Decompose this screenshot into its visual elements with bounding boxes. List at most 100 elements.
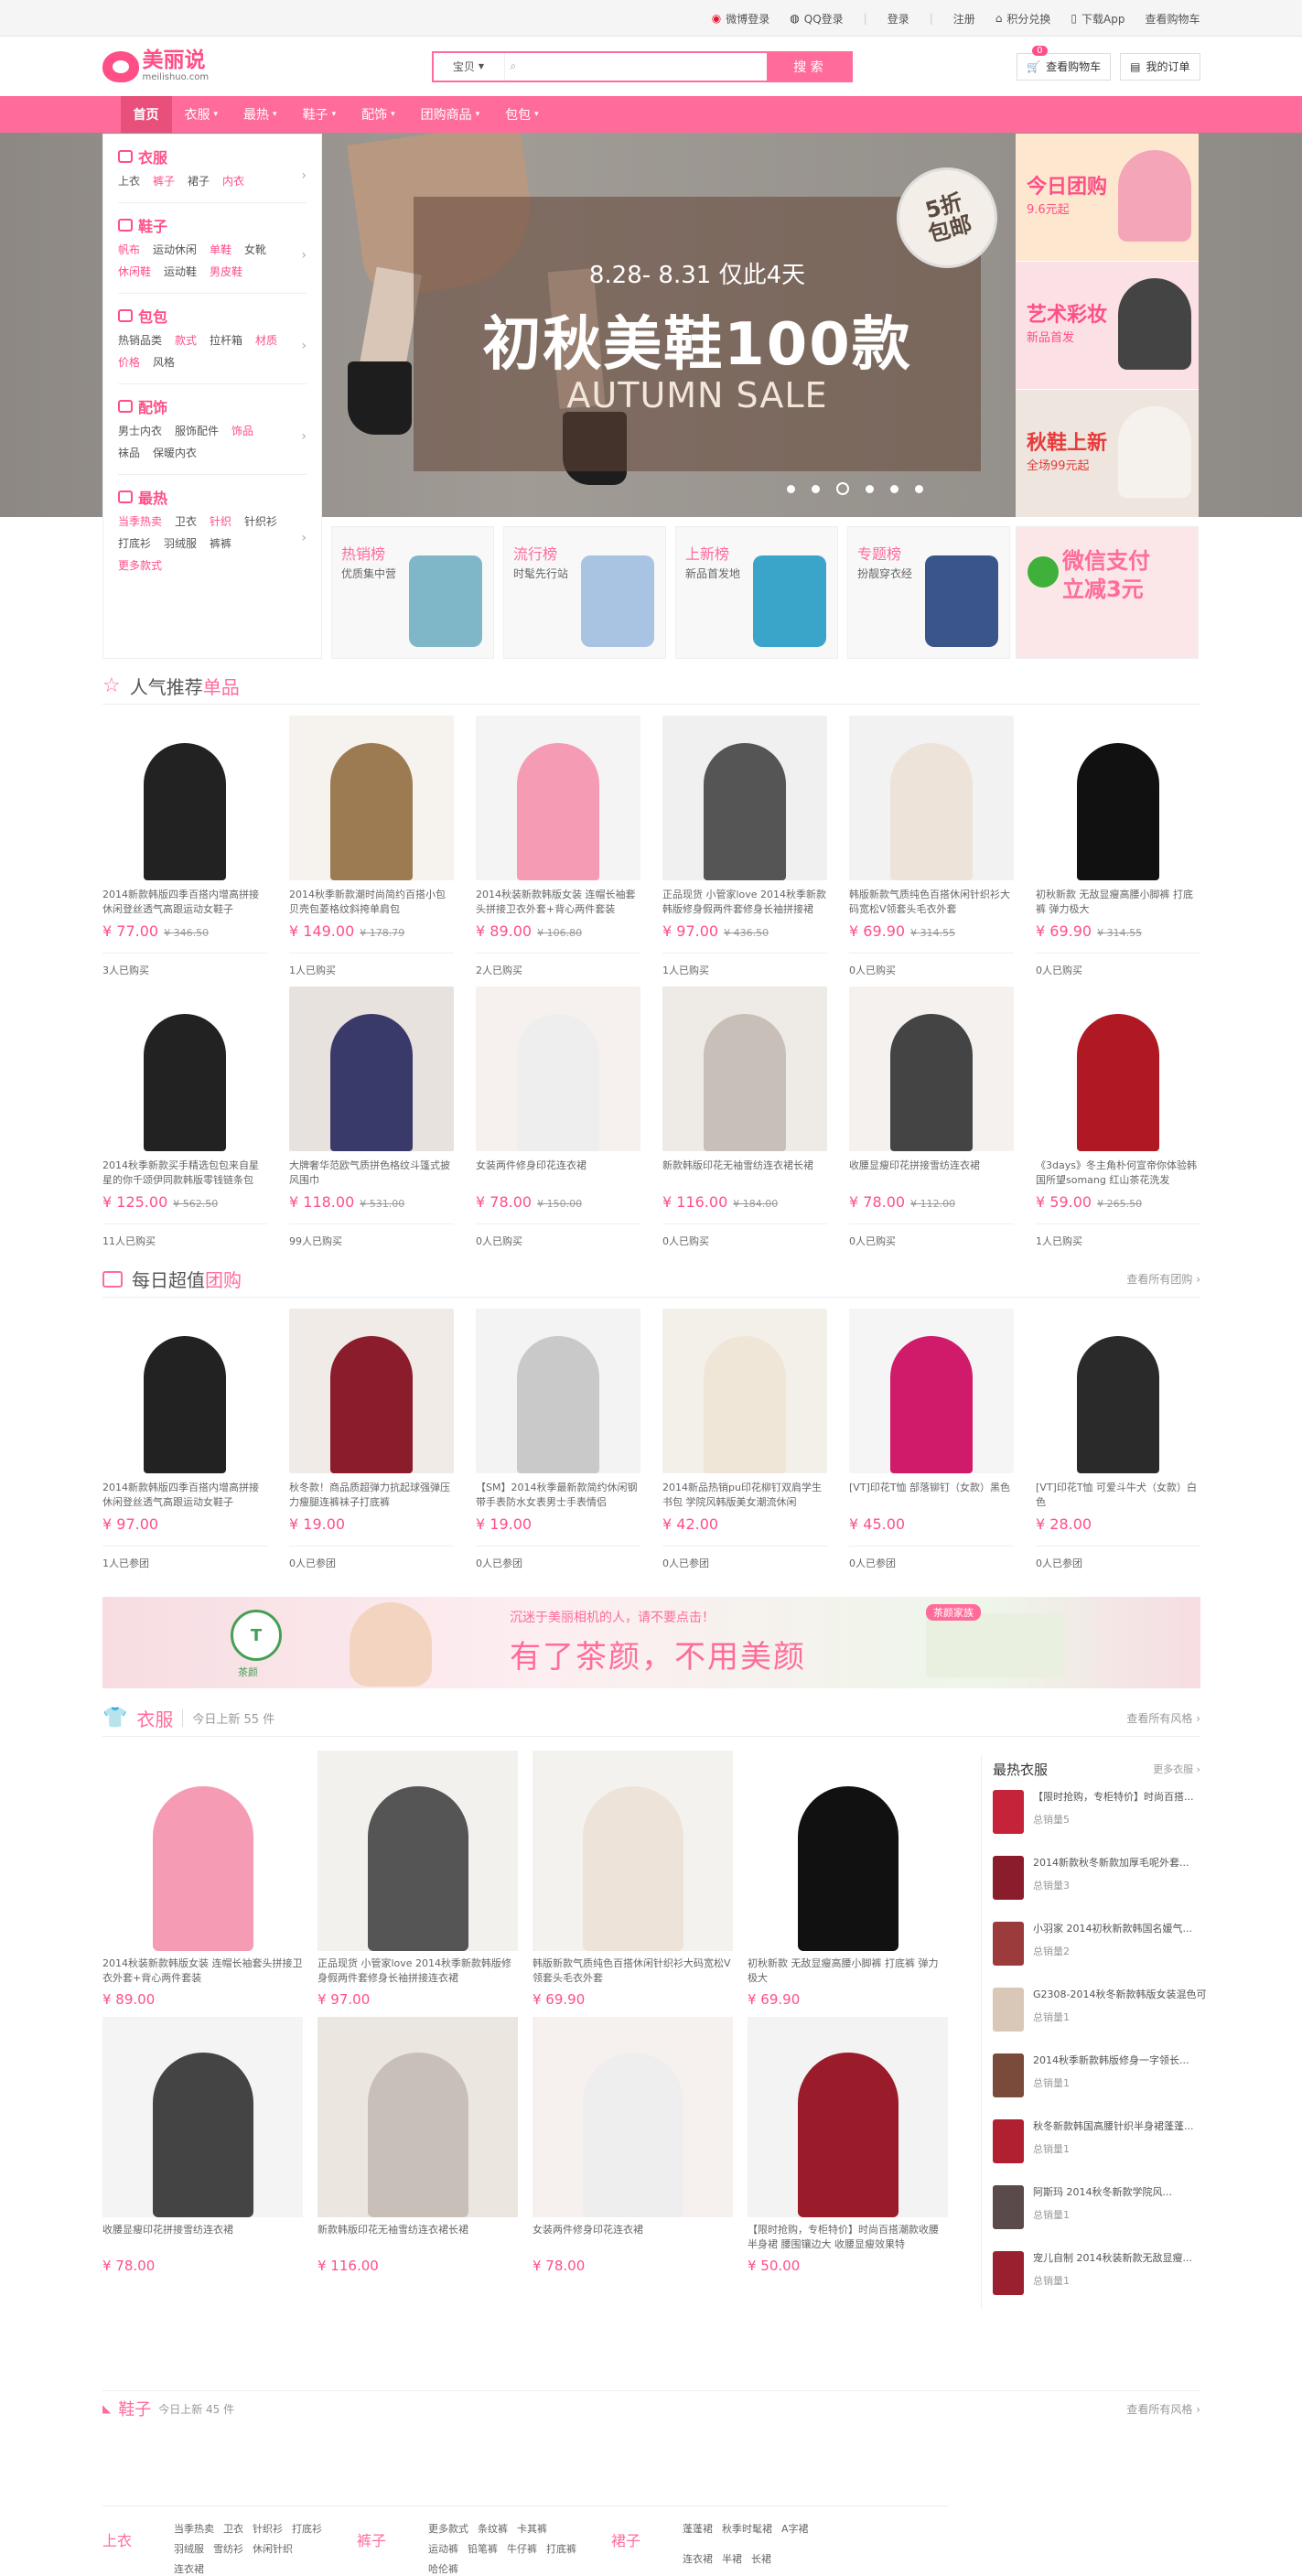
product-card[interactable]: 大牌奢华范欧气质拼色格纹斗篷式披风围巾 ¥ 118.00 ¥ 531.00 99人已购… <box>289 986 454 1248</box>
promo-tile[interactable]: 今日团购 9.6元起 <box>1016 134 1199 262</box>
product-image[interactable] <box>533 2017 733 2217</box>
keyword-group-title[interactable]: 上衣 <box>102 2521 154 2576</box>
topbar-cart-link[interactable]: 查看购物车 <box>1145 11 1200 27</box>
product-image[interactable] <box>476 716 640 880</box>
category-link[interactable]: 针织 <box>210 513 231 530</box>
hot-item[interactable]: 小羽家 2014初秋新款韩国名媛气... 总销量2 <box>993 1914 1200 1980</box>
category-link[interactable]: 裙子 <box>188 173 210 189</box>
keyword-link[interactable]: 连衣裙 <box>683 2551 713 2576</box>
product-name[interactable]: 大牌奢华范欧气质拼色格纹斗篷式披风围巾 <box>289 1159 454 1188</box>
keyword-link[interactable]: 牛仔裤 <box>507 2541 537 2556</box>
hot-item[interactable]: 秋冬新款韩国高腰针织半身裙蓬蓬... 总销量1 <box>993 2112 1200 2178</box>
ranking-tile[interactable]: 上新榜 新品首发地 <box>675 526 838 659</box>
wechat-pay-promo[interactable]: 微信支付 立减3元 <box>1016 526 1199 659</box>
product-card[interactable]: 初秋新款 无敌显瘦高腰小脚裤 打底裤 弹力极大 ¥ 69.90 <box>748 1751 948 2008</box>
product-name[interactable]: 初秋新款 无敌显瘦高腰小脚裤 打底裤 弹力极大 <box>1036 888 1200 917</box>
category-link[interactable]: 价格 <box>118 354 140 371</box>
category-title[interactable]: 衣服 <box>118 146 307 167</box>
category-link[interactable]: 保暖内衣 <box>153 445 197 461</box>
product-name[interactable]: 2014新品热销pu印花柳钉双肩学生书包 学院风韩版美女潮流休闲 <box>662 1481 827 1510</box>
category-title[interactable]: 最热 <box>118 486 307 508</box>
product-image[interactable] <box>849 986 1014 1151</box>
weibo-login-link[interactable]: ◉ 微博登录 <box>712 11 770 27</box>
product-name[interactable]: 2014秋季新款潮时尚简约百搭小包贝壳包菱格纹斜挎单肩包 <box>289 888 454 917</box>
category-link[interactable]: 裤裤 <box>210 535 231 552</box>
hot-item[interactable]: 2014秋季新款韩版修身一字领长... 总销量1 <box>993 2046 1200 2112</box>
category-link[interactable]: 男皮鞋 <box>210 264 242 280</box>
product-card[interactable]: 初秋新款 无敌显瘦高腰小脚裤 打底裤 弹力极大 ¥ 69.90 ¥ 314.55 0人… <box>1036 716 1200 977</box>
hot-item[interactable]: 宠儿自制 2014秋装新款无敌显瘦... 总销量1 <box>993 2244 1200 2310</box>
product-card[interactable]: [VT]印花T恤 可爱斗牛犬（女款）白色 ¥ 28.00 0人已参团 <box>1036 1309 1200 1570</box>
category-link[interactable]: 热销品类 <box>118 332 162 349</box>
category-link[interactable]: 款式 <box>175 332 197 349</box>
promo-tile[interactable]: 秋鞋上新 全场99元起 <box>1016 390 1199 518</box>
product-image[interactable] <box>748 2017 948 2217</box>
nav-item[interactable]: 最热 ▾ <box>231 96 290 133</box>
category-link[interactable]: 针织衫 <box>244 513 277 530</box>
category-link[interactable]: 运动休闲 <box>153 242 197 258</box>
product-card[interactable]: 女装两件修身印花连衣裙 ¥ 78.00 <box>533 2017 733 2274</box>
product-image[interactable] <box>289 1309 454 1473</box>
carousel-dot[interactable] <box>915 484 923 493</box>
keyword-link[interactable]: 雪纺衫 <box>213 2541 243 2556</box>
product-image[interactable] <box>748 1751 948 1951</box>
category-link[interactable]: 材质 <box>255 332 277 349</box>
keyword-link[interactable]: 蓬蓬裙 <box>683 2521 713 2546</box>
app-link[interactable]: ▯ 下载App <box>1071 11 1124 27</box>
product-image[interactable] <box>662 716 827 880</box>
category-link[interactable]: 服饰配件 <box>175 423 219 439</box>
carousel-dot[interactable] <box>890 484 898 493</box>
category-title[interactable]: 鞋子 <box>118 214 307 236</box>
category-link[interactable]: 风格 <box>153 354 175 371</box>
product-name[interactable]: 正品现货 小管家love 2014秋季新款韩版修身假两件套修身长袖拼接裙 <box>662 888 827 917</box>
more-styles-link[interactable]: 查看所有风格 › <box>1126 1710 1200 1726</box>
product-name[interactable]: 新款韩版印花无袖雪纺连衣裙长裙 <box>662 1159 827 1188</box>
product-card[interactable]: 2014秋装新款韩版女装 连帽长袖套头拼接卫衣外套+背心两件套装 ¥ 89.00 <box>102 1751 303 2008</box>
search-input[interactable] <box>522 59 751 73</box>
product-card[interactable]: 2014新品热销pu印花柳钉双肩学生书包 学院风韩版美女潮流休闲 ¥ 42.00 0… <box>662 1309 827 1570</box>
category-link[interactable]: 裤子 <box>153 173 175 189</box>
product-image[interactable] <box>102 986 267 1151</box>
product-card[interactable]: 2014秋季新款潮时尚简约百搭小包贝壳包菱格纹斜挎单肩包 ¥ 149.00 ¥ 17… <box>289 716 454 977</box>
product-image[interactable] <box>289 986 454 1151</box>
category-link[interactable]: 拉杆箱 <box>210 332 242 349</box>
product-name[interactable]: 2014秋季新款买手精选包包来自星星的你千颂伊同款韩版零钱链条包 <box>102 1159 267 1188</box>
chayan-ad-banner[interactable]: T 茶颜 沉迷于美丽相机的人，请不要点击！ 有了茶颜，不用美颜 茶颜家族 <box>102 1597 1200 1688</box>
hot-item[interactable]: 2014新款秋冬新款加厚毛呢外套... 总销量3 <box>993 1848 1200 1914</box>
keyword-link[interactable]: 当季热卖 <box>174 2521 214 2536</box>
product-name[interactable]: 2014秋装新款韩版女装 连帽长袖套头拼接卫衣外套+背心两件套装 <box>476 888 640 917</box>
keyword-link[interactable]: 打底衫 <box>292 2521 322 2536</box>
keyword-link[interactable]: 卫衣 <box>223 2521 243 2536</box>
search-button[interactable]: 搜 索 <box>766 52 851 81</box>
keyword-link[interactable]: 针织衫 <box>253 2521 283 2536</box>
more-deals-link[interactable]: 查看所有团购 › <box>1126 1271 1200 1287</box>
carousel-dot[interactable] <box>866 484 874 493</box>
product-name[interactable]: [VT]印花T恤 可爱斗牛犬（女款）白色 <box>1036 1481 1200 1510</box>
product-image[interactable] <box>102 1309 267 1473</box>
product-card[interactable]: 收腰显瘦印花拼接雪纺连衣裙 ¥ 78.00 ¥ 112.00 0人已购买 <box>849 986 1014 1248</box>
keyword-link[interactable]: 条纹裤 <box>478 2521 508 2536</box>
product-name[interactable]: 女装两件修身印花连衣裙 <box>476 1159 640 1188</box>
product-name[interactable]: 2014新款韩版四季百搭内增高拼接休闲登丝透气高跟运动女鞋子 <box>102 1481 267 1510</box>
cart-button[interactable]: 0 🛒 查看购物车 <box>1017 45 1112 81</box>
keyword-group-title[interactable]: 裙子 <box>611 2521 662 2576</box>
product-name[interactable]: 【SM】2014秋季最新款简约休闲钢带手表防水女表男士手表情侣 <box>476 1481 640 1510</box>
keyword-link[interactable]: 半裙 <box>722 2551 742 2576</box>
category-link[interactable]: 休闲鞋 <box>118 264 151 280</box>
product-name[interactable]: 女装两件修身印花连衣裙 <box>533 2223 733 2252</box>
product-image[interactable] <box>849 1309 1014 1473</box>
product-name[interactable]: 《3days》冬主角朴何宣帝你体验韩国所望somang 红山茶花洗发 <box>1036 1159 1200 1188</box>
keyword-link[interactable]: 打底裤 <box>546 2541 576 2556</box>
product-name[interactable]: 2014新款韩版四季百搭内增高拼接休闲登丝透气高跟运动女鞋子 <box>102 888 267 917</box>
site-logo[interactable]: 美丽说 meilishuo.com <box>102 50 432 82</box>
nav-item[interactable]: 鞋子 ▾ <box>290 96 350 133</box>
product-image[interactable] <box>476 986 640 1151</box>
product-name[interactable]: 新款韩版印花无袖雪纺连衣裙长裙 <box>317 2223 518 2252</box>
product-card[interactable]: 秋冬款！商品质超弹力抗起球强弹压力瘦腿连裤袜子打底裤 ¥ 19.00 0人已参团 <box>289 1309 454 1570</box>
product-name[interactable]: 韩版新款气质纯色百搭休闲针织衫大码宽松V领套头毛衣外套 <box>849 888 1014 917</box>
category-link[interactable]: 单鞋 <box>210 242 231 258</box>
product-card[interactable]: 【限时抢购，专柜特价】时尚百搭潮款收腰半身裙 腰围镶边大 收腰显瘦效果特 ¥ 50… <box>748 2017 948 2274</box>
category-link[interactable]: 羽绒服 <box>164 535 197 552</box>
category-link[interactable]: 打底衫 <box>118 535 151 552</box>
product-card[interactable]: 正品现货 小管家love 2014秋季新款韩版修身假两件套修身长袖拼接裙 ¥ 97… <box>662 716 827 977</box>
